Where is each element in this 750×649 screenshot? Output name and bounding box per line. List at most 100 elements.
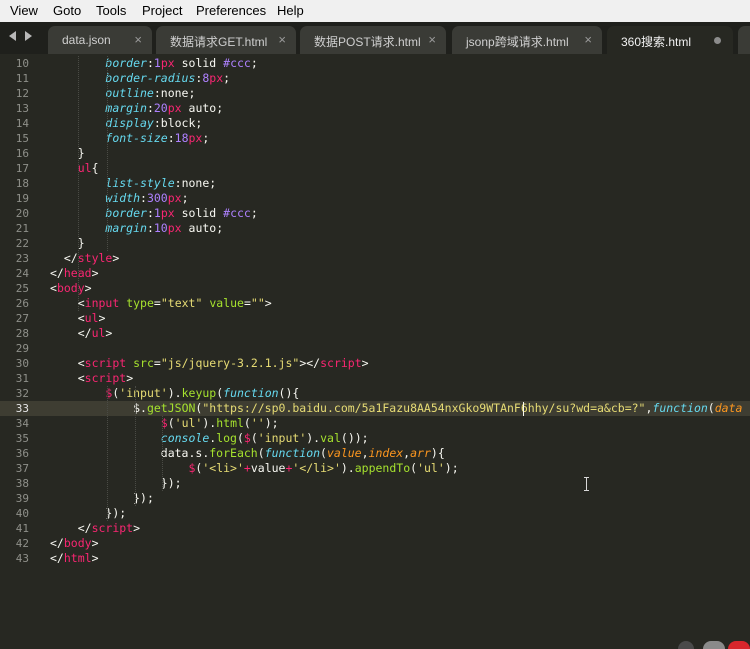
menu-goto[interactable]: Goto	[53, 3, 81, 18]
code-token: ).	[306, 431, 321, 445]
code-token: border	[105, 206, 147, 220]
menu-preferences[interactable]: Preferences	[196, 3, 266, 18]
line-number: 19	[15, 192, 29, 205]
code-line: <ul>	[50, 311, 106, 326]
tab-overflow[interactable]	[738, 26, 750, 54]
text-caret	[523, 402, 524, 416]
code-token: :	[146, 101, 154, 115]
code-token: ul	[77, 161, 92, 175]
code-token: solid	[174, 56, 224, 70]
code-line: font-size:18px;	[50, 131, 209, 146]
tab-360-search[interactable]: 360搜索.html	[607, 26, 733, 54]
code-token: px	[160, 56, 175, 70]
code-token: :	[146, 221, 154, 235]
code-token: );	[444, 461, 459, 475]
code-token: <	[77, 311, 85, 325]
code-token: "js/jquery-3.2.1.js"	[160, 356, 300, 370]
code-token: ul	[91, 326, 106, 340]
code-token: ).	[167, 386, 182, 400]
code-line: <script src="js/jquery-3.2.1.js"></scrip…	[50, 356, 369, 371]
code-line: </head>	[50, 266, 99, 281]
code-token: input	[84, 296, 120, 310]
code-token: 300	[146, 191, 168, 205]
tab-close-icon[interactable]: ×	[584, 32, 592, 47]
code-token: 1	[153, 56, 161, 70]
code-token: </	[50, 551, 64, 565]
code-token: px	[209, 71, 224, 85]
code-token: auto;	[181, 221, 224, 235]
code-token: :	[167, 131, 175, 145]
code-token: ).	[340, 461, 355, 475]
tab-data-json[interactable]: data.json ×	[48, 26, 152, 54]
line-number: 28	[15, 327, 29, 340]
code-line: $.getJSON("https://sp0.baidu.com/5a1Fazu…	[50, 401, 742, 416]
code-token: :block;	[153, 116, 203, 130]
line-number: 30	[15, 357, 29, 370]
code-token: px	[160, 206, 175, 220]
tab-close-icon[interactable]: ×	[134, 32, 142, 47]
code-line: margin:20px auto;	[50, 101, 223, 116]
line-number: 17	[15, 162, 29, 175]
code-token: outline	[105, 86, 154, 100]
tab-jsonp-request[interactable]: jsonp跨域请求.html ×	[452, 26, 602, 54]
code-token: ''	[250, 416, 265, 430]
line-number: 18	[15, 177, 29, 190]
menu-tools[interactable]: Tools	[96, 3, 126, 18]
code-line: </body>	[50, 536, 99, 551]
code-token: #ccc	[223, 56, 251, 70]
unsaved-dot-icon[interactable]	[714, 37, 721, 44]
code-token: ;	[223, 71, 231, 85]
code-token: ){	[430, 446, 445, 460]
code-line: data.s.forEach(function(value,index,arr)…	[50, 446, 445, 461]
tab-close-icon[interactable]: ×	[278, 32, 286, 47]
code-token: data	[714, 401, 743, 415]
indent-guide	[162, 416, 163, 491]
tray-icon	[703, 641, 725, 649]
code-line: </style>	[50, 251, 119, 266]
line-number: 42	[15, 537, 29, 550]
line-number: 20	[15, 207, 29, 220]
code-line: <input type="text" value="">	[50, 296, 272, 311]
tab-post-request[interactable]: 数据POST请求.html ×	[300, 26, 446, 54]
code-token: px	[167, 221, 182, 235]
tab-get-request[interactable]: 数据请求GET.html ×	[156, 26, 296, 54]
code-token: >	[126, 371, 134, 385]
code-line: });	[50, 506, 126, 521]
tab-scroll-left-icon[interactable]	[9, 31, 16, 41]
menu-project[interactable]: Project	[142, 3, 182, 18]
line-number: 27	[15, 312, 29, 325]
code-line: list-style:none;	[50, 176, 216, 191]
indent-guide	[78, 56, 79, 311]
mouse-ibeam-cursor-icon	[584, 477, 589, 491]
code-token: val	[320, 431, 341, 445]
menu-view[interactable]: View	[10, 3, 38, 18]
code-token: >	[91, 536, 99, 550]
code-token: >	[84, 281, 92, 295]
line-number: 31	[15, 372, 29, 385]
code-token: </	[50, 536, 64, 550]
tab-label: data.json	[62, 33, 111, 47]
tab-scroll-right-icon[interactable]	[25, 31, 32, 41]
code-token: px	[167, 191, 182, 205]
line-number-gutter: 10 11 12 13 14 15 16 17 18 19 20 21 22 23 24 25 26 27 28 29…	[0, 54, 34, 649]
code-token: :	[140, 191, 147, 205]
indent-guide	[135, 386, 136, 506]
code-token: html	[216, 416, 244, 430]
code-token: ""	[250, 296, 265, 310]
tab-close-icon[interactable]: ×	[428, 32, 436, 47]
code-token: value	[209, 296, 244, 310]
code-token: px	[167, 101, 182, 115]
menu-help[interactable]: Help	[277, 3, 304, 18]
code-line: border:1px solid #ccc;	[50, 206, 257, 221]
code-token: =	[243, 296, 251, 310]
code-token: (	[707, 401, 715, 415]
code-token: border	[105, 56, 147, 70]
code-token: font-size	[105, 131, 168, 145]
line-number: 16	[15, 147, 29, 160]
